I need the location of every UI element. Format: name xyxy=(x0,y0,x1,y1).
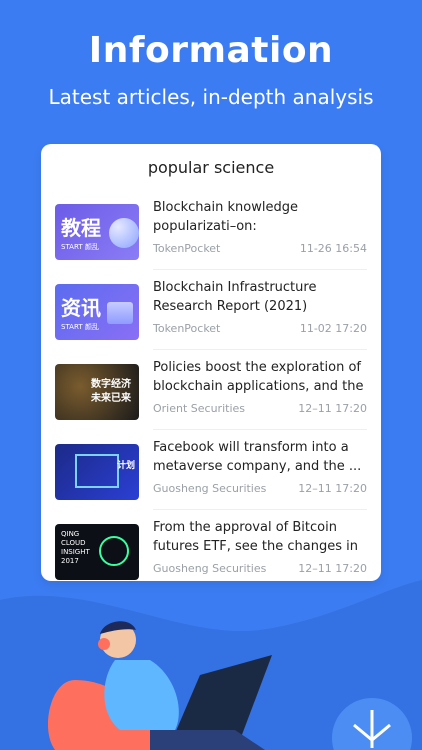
thumbnail-text: 教程 xyxy=(61,216,101,240)
decor-chart xyxy=(107,302,133,324)
article-title: Blockchain Infrastructure Research Repor… xyxy=(153,280,317,314)
article-source: TokenPocket xyxy=(153,242,221,255)
page-title: Information xyxy=(88,30,334,71)
article-source: Guosheng Securities xyxy=(153,482,267,495)
article-time: 11-26 16:54 xyxy=(299,242,367,255)
decor-sphere xyxy=(109,218,139,248)
page-subtitle: Latest articles, in-depth analysis xyxy=(48,85,374,109)
article-thumbnail: 教程 START 颜乱 xyxy=(55,204,139,260)
thumbnail-subtext: START 颜乱 xyxy=(61,323,99,331)
decor-grid xyxy=(75,454,119,488)
article-time: 11-02 17:20 xyxy=(299,322,367,335)
article-title: Policies boost the exploration of blockc… xyxy=(153,360,364,394)
article-thumbnail: 数字经济 未来已来 xyxy=(55,364,139,420)
article-title: Blockchain knowledge popularizati–on: Po… xyxy=(153,200,298,234)
article-item[interactable]: 计划 Facebook will transform into a metave… xyxy=(55,430,367,510)
article-thumbnail: 计划 xyxy=(55,444,139,500)
thumbnail-subtext: START 颜乱 xyxy=(61,243,99,251)
article-item[interactable]: QING CLOUD INSIGHT 2017 From the approva… xyxy=(55,510,367,590)
article-item[interactable]: 教程 START 颜乱 Blockchain knowledge popular… xyxy=(55,190,367,270)
article-source: Orient Securities xyxy=(153,402,246,415)
article-time: 12–11 17:20 xyxy=(298,482,367,495)
article-thumbnail: QING CLOUD INSIGHT 2017 xyxy=(55,524,139,580)
thumbnail-text: 计划 xyxy=(117,461,136,471)
decor-orbit xyxy=(99,536,129,566)
article-title: From the approval of Bitcoin futures ETF… xyxy=(153,520,358,554)
person-laptop-illustration xyxy=(47,621,412,750)
article-title: Facebook will transform into a metaverse… xyxy=(153,440,362,474)
thumbnail-text: 数字经济 未来已来 xyxy=(91,379,131,404)
card-title: popular science xyxy=(147,158,275,177)
article-time: 12–11 17:20 xyxy=(298,402,367,415)
article-time: 12–11 17:20 xyxy=(298,562,367,575)
article-source: TokenPocket xyxy=(153,322,221,335)
thumbnail-text: 资讯 xyxy=(61,296,101,320)
article-thumbnail: 资讯 START 颜乱 xyxy=(55,284,139,340)
articles-card: popular science 教程 START 颜乱 Blockchain k… xyxy=(41,144,381,581)
article-source: Guosheng Securities xyxy=(153,562,267,575)
article-item[interactable]: 数字经济 未来已来 Policies boost the exploration… xyxy=(55,350,367,430)
article-item[interactable]: 资讯 START 颜乱 Blockchain Infrastructure Re… xyxy=(55,270,367,350)
